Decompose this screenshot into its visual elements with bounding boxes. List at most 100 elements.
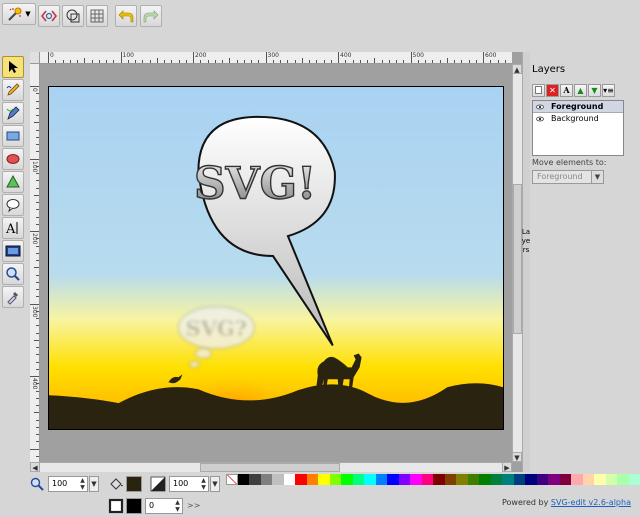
palette-swatch[interactable] [490, 474, 502, 485]
scroll-right-icon[interactable]: ▶ [502, 462, 512, 472]
palette-swatch[interactable] [306, 474, 318, 485]
palette-swatch[interactable] [421, 474, 433, 485]
palette-swatch[interactable] [329, 474, 341, 485]
palette-swatch[interactable] [375, 474, 387, 485]
eyedropper-tool[interactable] [2, 286, 24, 308]
opacity-input[interactable]: 100 ▲ ▼ [169, 476, 209, 492]
source-button[interactable] [38, 5, 60, 27]
palette-swatch[interactable] [571, 474, 583, 485]
main-menu-button[interactable]: ▼ [2, 3, 36, 25]
ellipse-tool[interactable] [2, 148, 24, 170]
ruler-tick [36, 144, 39, 145]
zoom-dropdown[interactable]: ▼ [89, 476, 99, 492]
palette-swatch[interactable] [525, 474, 537, 485]
stroke-color-swatch[interactable] [126, 498, 142, 514]
layers-panel-handle[interactable] [522, 52, 530, 472]
zoom-tool[interactable] [2, 263, 24, 285]
opacity-dropdown[interactable]: ▼ [210, 476, 220, 492]
palette-swatch[interactable] [272, 474, 284, 485]
palette-swatch[interactable] [594, 474, 606, 485]
delete-icon: ✕ [549, 86, 556, 95]
shape-tool[interactable] [2, 194, 24, 216]
more-tools-button[interactable]: >> [187, 501, 200, 510]
palette-swatch[interactable] [226, 474, 238, 485]
ruler-tick [468, 60, 470, 63]
fill-color-swatch[interactable] [126, 476, 142, 492]
palette-swatch[interactable] [467, 474, 479, 485]
move-layer-down-button[interactable]: ▼ [588, 84, 601, 97]
palette-swatch[interactable] [456, 474, 468, 485]
palette-swatch[interactable] [364, 474, 376, 485]
horizontal-scroll-thumb[interactable] [200, 463, 340, 472]
palette-swatch[interactable] [249, 474, 261, 485]
wireframe-button[interactable] [62, 5, 84, 27]
ruler-tick [36, 252, 39, 254]
palette-swatch[interactable] [318, 474, 330, 485]
move-layer-up-button[interactable]: ▲ [574, 84, 587, 97]
palette-swatch[interactable] [260, 474, 272, 485]
stroke-width-input[interactable]: 0 ▲ ▼ [145, 498, 183, 514]
palette-swatch[interactable] [548, 474, 560, 485]
palette-swatch[interactable] [410, 474, 422, 485]
palette-swatch[interactable] [283, 474, 295, 485]
palette-swatch[interactable] [433, 474, 445, 485]
eye-icon[interactable] [536, 115, 544, 123]
scroll-up-icon[interactable]: ▲ [512, 64, 522, 74]
ruler-tick [229, 58, 231, 63]
palette-swatch[interactable] [617, 474, 629, 485]
grid-button[interactable] [86, 5, 108, 27]
palette-swatch[interactable] [444, 474, 456, 485]
scroll-left-icon[interactable]: ◀ [30, 462, 40, 472]
svg-canvas[interactable]: SVG? SVG! [48, 86, 504, 430]
delete-layer-button[interactable]: ✕ [546, 84, 559, 97]
path-tool[interactable] [2, 171, 24, 193]
palette-swatch[interactable] [352, 474, 364, 485]
palette-swatch[interactable] [341, 474, 353, 485]
svg-edit-link[interactable]: SVG-edit v2.6-alpha [551, 498, 631, 507]
select-tool[interactable] [2, 56, 24, 78]
palette-swatch[interactable] [387, 474, 399, 485]
redo-button[interactable] [140, 5, 162, 27]
palette-swatch[interactable] [502, 474, 514, 485]
ruler-tick [30, 86, 39, 87]
ruler-tick [36, 434, 39, 435]
ruler-tick [36, 245, 39, 247]
scroll-down-icon[interactable]: ▼ [512, 452, 522, 462]
layer-row-background[interactable]: Background [533, 113, 623, 125]
eye-icon[interactable] [536, 103, 544, 111]
new-layer-button[interactable] [532, 84, 545, 97]
rect-tool[interactable] [2, 125, 24, 147]
fill-bucket-icon [110, 478, 123, 490]
palette-swatch[interactable] [479, 474, 491, 485]
spinner-icon[interactable]: ▲ ▼ [199, 477, 208, 491]
undo-button[interactable] [115, 5, 137, 27]
layers-title: Layers [532, 64, 566, 75]
palette-swatch[interactable] [513, 474, 525, 485]
image-tool[interactable] [2, 240, 24, 262]
vertical-scroll-thumb[interactable] [513, 184, 522, 334]
zoom-input[interactable]: 100 ▲ ▼ [48, 476, 88, 492]
palette-swatch[interactable] [582, 474, 594, 485]
ruler-tick [36, 93, 39, 95]
rename-layer-button[interactable]: A [560, 84, 573, 97]
ruler-tick [36, 426, 39, 428]
text-tool[interactable]: A [2, 217, 24, 239]
pen-tool[interactable] [2, 102, 24, 124]
opacity-value: 100 [173, 479, 189, 488]
layer-row-foreground[interactable]: Foreground [533, 101, 623, 113]
palette-swatch[interactable] [398, 474, 410, 485]
vertical-scrollbar[interactable]: ▲ ▼ [512, 64, 522, 462]
palette-swatch[interactable] [536, 474, 548, 485]
move-elements-select[interactable]: Foreground ▼ [532, 170, 604, 184]
color-palette[interactable] [226, 474, 640, 496]
spinner-icon[interactable]: ▲ ▼ [78, 477, 87, 491]
palette-swatch[interactable] [628, 474, 640, 485]
palette-swatch[interactable] [237, 474, 249, 485]
palette-swatch[interactable] [559, 474, 571, 485]
pencil-tool[interactable] [2, 79, 24, 101]
palette-swatch[interactable] [295, 474, 307, 485]
palette-swatch[interactable] [605, 474, 617, 485]
layer-menu-button[interactable]: ▾≡ [602, 84, 615, 97]
spinner-icon[interactable]: ▲ ▼ [173, 499, 182, 513]
horizontal-scrollbar[interactable]: ◀ ▶ [30, 462, 512, 472]
